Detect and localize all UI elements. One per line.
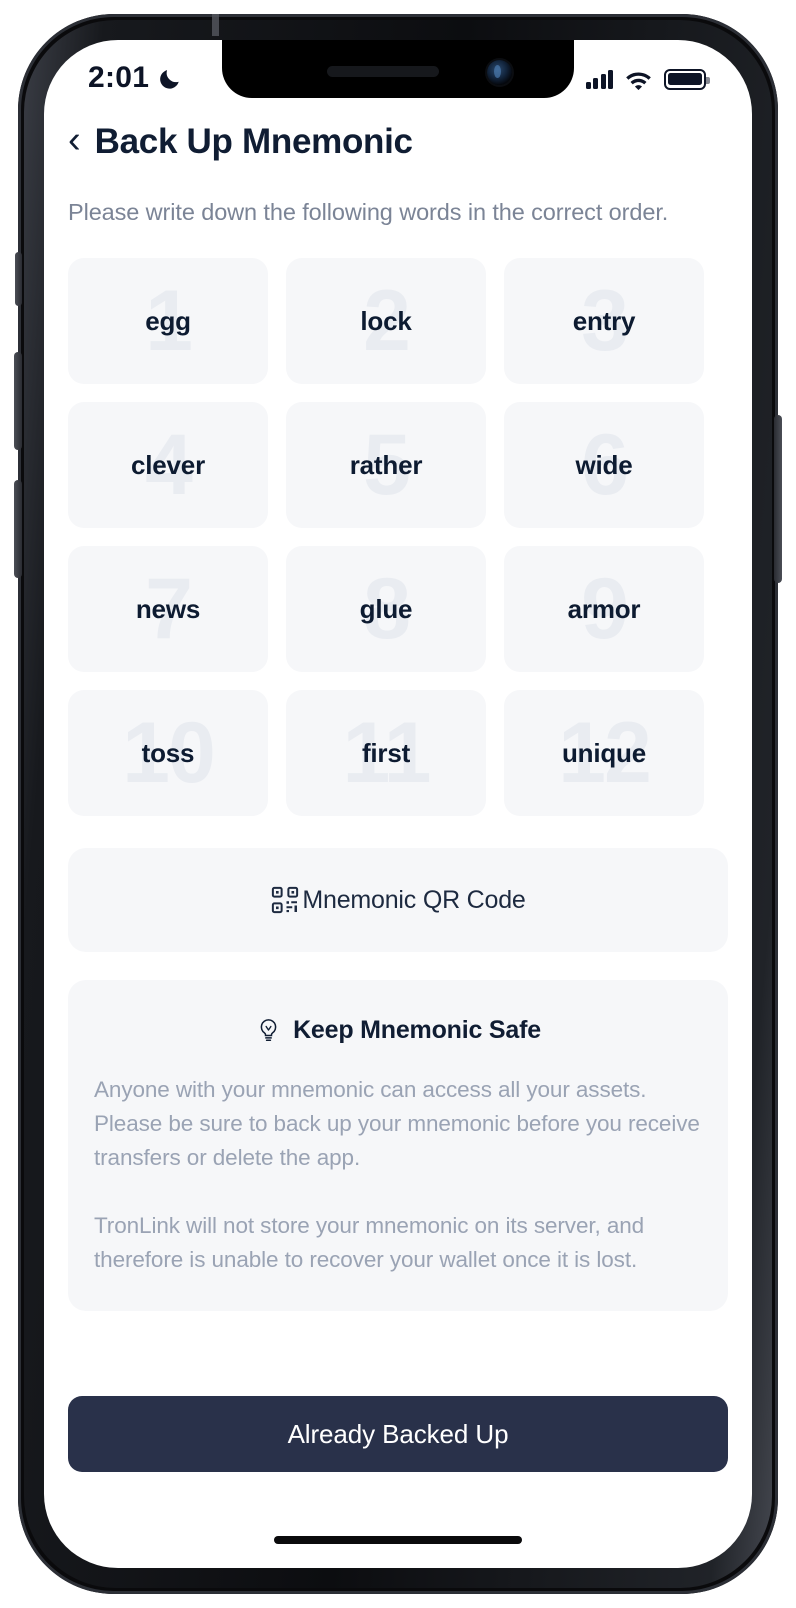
mnemonic-word-text: wide — [575, 449, 633, 480]
chevron-left-icon[interactable]: ‹ — [68, 121, 81, 159]
device-notch — [222, 40, 574, 98]
app-content: ‹ Back Up Mnemonic Please write down the… — [44, 40, 752, 1568]
keep-mnemonic-safe-card: Keep Mnemonic Safe Anyone with your mnem… — [68, 980, 728, 1311]
mnemonic-word-cell[interactable]: 9 armor — [504, 546, 704, 672]
mnemonic-word-cell[interactable]: 7 news — [68, 546, 268, 672]
cellular-bars-icon — [585, 69, 613, 89]
phone-screen: 2:01 ‹ Back Up Mnemonic Please write dow… — [44, 40, 752, 1568]
info-card-header: Keep Mnemonic Safe — [94, 1016, 702, 1045]
mnemonic-word-text: news — [135, 593, 201, 624]
mnemonic-word-text: glue — [359, 593, 413, 624]
front-camera-icon — [487, 60, 512, 85]
mnemonic-word-cell[interactable]: 12 unique — [504, 690, 704, 816]
mnemonic-qr-code-label: Mnemonic QR Code — [302, 885, 526, 914]
mnemonic-word-cell[interactable]: 1 egg — [68, 258, 268, 384]
silent-switch-button[interactable] — [15, 252, 22, 306]
lightbulb-icon — [260, 1019, 277, 1042]
mnemonic-word-cell[interactable]: 2 lock — [286, 258, 486, 384]
mnemonic-word-cell[interactable]: 4 clever — [68, 402, 268, 528]
info-card-title: Keep Mnemonic Safe — [293, 1016, 541, 1044]
earpiece-speaker — [327, 65, 439, 77]
status-bar-right — [585, 68, 710, 90]
info-paragraph-1: Anyone with your mnemonic can access all… — [94, 1077, 700, 1170]
info-card-body: Anyone with your mnemonic can access all… — [94, 1073, 702, 1277]
page-subtitle: Please write down the following words in… — [68, 199, 669, 225]
battery-full-icon — [664, 68, 710, 90]
info-paragraph-2: TronLink will not store your mnemonic on… — [94, 1213, 645, 1272]
mnemonic-word-text: egg — [145, 305, 191, 336]
mnemonic-word-text: armor — [567, 593, 641, 624]
mnemonic-word-text: first — [361, 737, 411, 768]
mnemonic-word-text: entry — [572, 305, 636, 336]
mnemonic-word-cell[interactable]: 6 wide — [504, 402, 704, 528]
mnemonic-grid: 1 egg 2 lock 3 entry 4 clever 5 rather 6… — [68, 258, 728, 816]
screenshot-root: 2:01 ‹ Back Up Mnemonic Please write dow… — [0, 0, 796, 1608]
already-backed-up-button[interactable]: Already Backed Up — [68, 1396, 728, 1472]
mnemonic-word-cell[interactable]: 11 first — [286, 690, 486, 816]
mnemonic-word-cell[interactable]: 10 toss — [68, 690, 268, 816]
status-bar-left: 2:01 — [88, 61, 183, 95]
volume-up-button[interactable] — [14, 352, 22, 450]
volume-down-button[interactable] — [14, 480, 22, 578]
home-indicator[interactable] — [274, 1536, 522, 1544]
mnemonic-word-cell[interactable]: 8 glue — [286, 546, 486, 672]
crescent-moon-icon — [160, 69, 179, 89]
qr-code-icon — [272, 886, 299, 914]
mnemonic-word-text: clever — [131, 449, 205, 480]
mnemonic-word-text: lock — [360, 305, 412, 336]
mnemonic-word-text: toss — [141, 737, 195, 768]
mnemonic-word-cell[interactable]: 5 rather — [286, 402, 486, 528]
mnemonic-word-cell[interactable]: 3 entry — [504, 258, 704, 384]
mnemonic-word-text: rather — [349, 449, 423, 480]
mnemonic-word-text: unique — [561, 737, 646, 768]
page-title: Back Up Mnemonic — [94, 122, 413, 161]
antenna-seam — [212, 14, 219, 36]
mnemonic-qr-code-button[interactable]: Mnemonic QR Code — [68, 848, 728, 952]
power-button[interactable] — [774, 415, 782, 583]
wifi-icon — [626, 71, 651, 90]
status-bar-time: 2:01 — [88, 61, 150, 94]
